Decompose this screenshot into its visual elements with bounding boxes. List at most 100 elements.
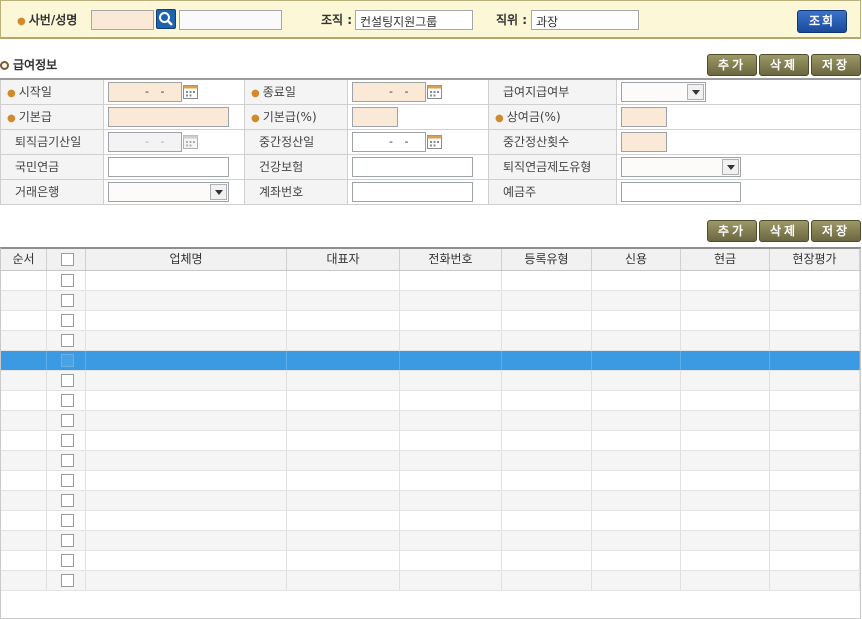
table-cell[interactable]	[47, 411, 86, 430]
table-cell[interactable]	[86, 491, 287, 510]
table-row[interactable]	[1, 531, 860, 551]
table-cell[interactable]	[47, 451, 86, 470]
table-cell[interactable]	[502, 331, 592, 350]
table-cell[interactable]	[287, 551, 400, 570]
row-checkbox[interactable]	[61, 434, 74, 447]
mid-settle-date-input[interactable]: - -	[352, 131, 426, 152]
table-cell[interactable]	[47, 551, 86, 570]
col-header-company[interactable]: 업체명	[86, 249, 287, 270]
table-cell[interactable]	[287, 531, 400, 550]
table-cell[interactable]	[770, 271, 860, 290]
row-checkbox[interactable]	[61, 294, 74, 307]
table-cell[interactable]	[86, 511, 287, 530]
table-cell[interactable]	[681, 351, 770, 370]
table-cell[interactable]	[400, 371, 502, 390]
table-cell[interactable]	[47, 511, 86, 530]
table-cell[interactable]	[770, 391, 860, 410]
col-header-reg-type[interactable]: 등록유형	[502, 249, 592, 270]
search-icon[interactable]	[156, 9, 176, 29]
table-cell[interactable]	[681, 511, 770, 530]
table-cell[interactable]	[681, 271, 770, 290]
table-cell[interactable]	[502, 271, 592, 290]
table-cell[interactable]	[86, 431, 287, 450]
table-cell[interactable]	[400, 471, 502, 490]
table-cell[interactable]	[86, 471, 287, 490]
table-cell[interactable]	[770, 371, 860, 390]
table-cell[interactable]	[47, 351, 86, 370]
chevron-down-icon[interactable]	[722, 158, 739, 175]
row-checkbox[interactable]	[61, 274, 74, 287]
table-cell[interactable]	[47, 271, 86, 290]
table-cell[interactable]	[400, 311, 502, 330]
table-cell[interactable]	[681, 311, 770, 330]
start-date-input[interactable]: - -	[108, 81, 182, 102]
org-field[interactable]: 컨설팅지원그룹	[355, 10, 473, 30]
table-row[interactable]	[1, 411, 860, 431]
row-checkbox[interactable]	[61, 554, 74, 567]
table-cell[interactable]	[47, 331, 86, 350]
table-cell[interactable]	[400, 531, 502, 550]
table-cell[interactable]	[86, 371, 287, 390]
table-cell[interactable]	[592, 411, 681, 430]
table-cell[interactable]	[770, 311, 860, 330]
col-header-phone[interactable]: 전화번호	[400, 249, 502, 270]
table-cell[interactable]	[681, 291, 770, 310]
inquiry-button[interactable]: 조회	[797, 10, 847, 33]
table-cell[interactable]	[1, 351, 47, 370]
table-cell[interactable]	[770, 531, 860, 550]
table-cell[interactable]	[86, 551, 287, 570]
table-cell[interactable]	[400, 431, 502, 450]
table-cell[interactable]	[86, 531, 287, 550]
table-cell[interactable]	[502, 391, 592, 410]
table-cell[interactable]	[1, 411, 47, 430]
table-cell[interactable]	[86, 391, 287, 410]
table-cell[interactable]	[86, 271, 287, 290]
table-cell[interactable]	[86, 571, 287, 590]
table-cell[interactable]	[287, 571, 400, 590]
table-cell[interactable]	[1, 551, 47, 570]
table-cell[interactable]	[770, 331, 860, 350]
row-checkbox[interactable]	[61, 394, 74, 407]
table-cell[interactable]	[681, 451, 770, 470]
retire-pension-type-select[interactable]	[621, 156, 741, 177]
table-cell[interactable]	[86, 411, 287, 430]
table-cell[interactable]	[681, 551, 770, 570]
table-cell[interactable]	[47, 571, 86, 590]
table-cell[interactable]	[770, 431, 860, 450]
table-cell[interactable]	[770, 491, 860, 510]
table-cell[interactable]	[1, 331, 47, 350]
table-cell[interactable]	[770, 411, 860, 430]
table-cell[interactable]	[400, 551, 502, 570]
table-cell[interactable]	[502, 431, 592, 450]
table-cell[interactable]	[502, 531, 592, 550]
table-cell[interactable]	[502, 351, 592, 370]
table-cell[interactable]	[287, 451, 400, 470]
position-field[interactable]: 과장	[531, 10, 639, 30]
table-cell[interactable]	[1, 391, 47, 410]
holder-input[interactable]	[621, 181, 741, 202]
table-cell[interactable]	[502, 311, 592, 330]
table-cell[interactable]	[287, 271, 400, 290]
table-row[interactable]	[1, 311, 860, 331]
table-cell[interactable]	[502, 371, 592, 390]
col-header-ceo[interactable]: 대표자	[287, 249, 400, 270]
table-cell[interactable]	[770, 511, 860, 530]
calendar-icon[interactable]	[183, 134, 198, 149]
table-cell[interactable]	[86, 291, 287, 310]
table-row[interactable]	[1, 551, 860, 571]
mid-settle-count-input[interactable]	[621, 131, 667, 152]
table-cell[interactable]	[502, 491, 592, 510]
table-row[interactable]	[1, 571, 860, 591]
bonus-pct-input[interactable]	[621, 106, 667, 127]
table-cell[interactable]	[400, 491, 502, 510]
table-cell[interactable]	[681, 431, 770, 450]
select-all-checkbox[interactable]	[61, 253, 74, 266]
add-button[interactable]: 추가	[707, 54, 757, 76]
row-checkbox[interactable]	[61, 574, 74, 587]
table-cell[interactable]	[1, 531, 47, 550]
table-cell[interactable]	[502, 551, 592, 570]
table-cell[interactable]	[1, 371, 47, 390]
table-cell[interactable]	[287, 371, 400, 390]
table-cell[interactable]	[47, 311, 86, 330]
retire-calc-input[interactable]: - -	[108, 131, 182, 152]
